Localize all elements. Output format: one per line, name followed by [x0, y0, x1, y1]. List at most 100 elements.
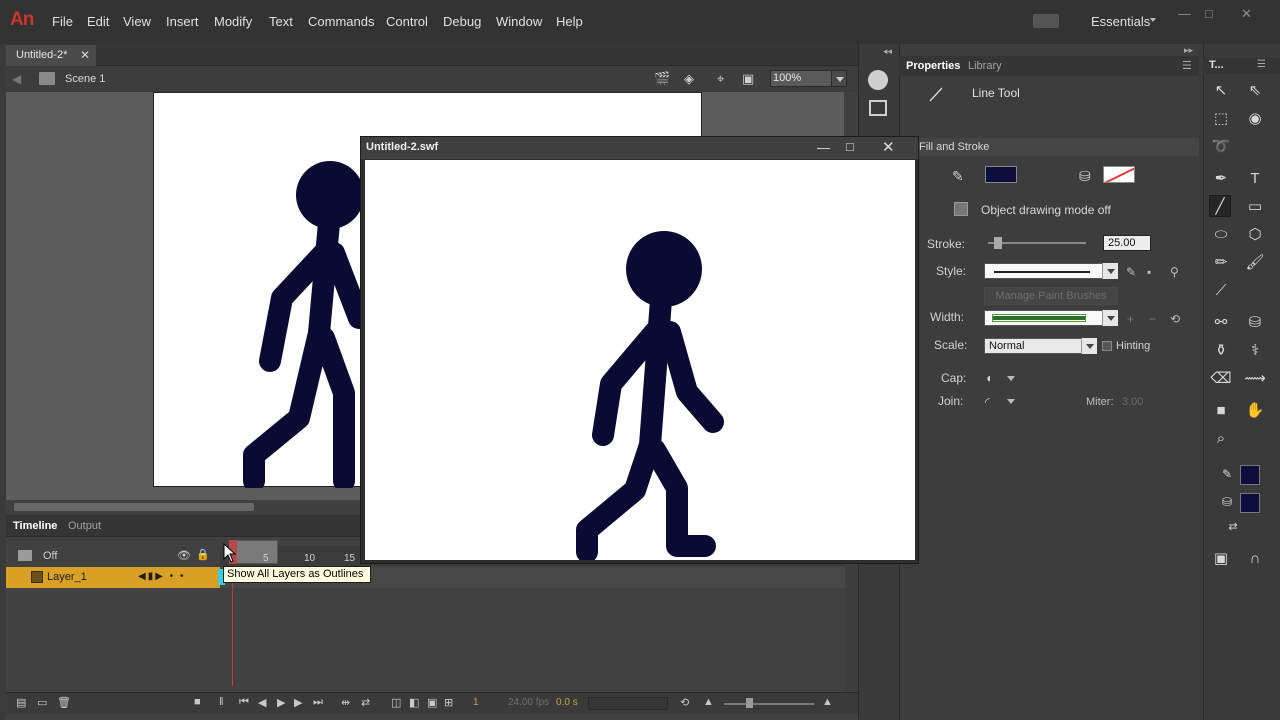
delete-layer-icon[interactable]: 🗑 — [57, 696, 71, 709]
3d-rotation-tool-icon[interactable]: ◉ — [1244, 108, 1266, 130]
fill-color-chip[interactable] — [1240, 493, 1260, 513]
fill-and-stroke-label[interactable]: Fill and Stroke — [919, 141, 989, 153]
clip-content-icon[interactable]: ▣ — [742, 71, 758, 86]
zoom-in-icon[interactable]: ▲ — [822, 696, 833, 708]
brush-tool-icon[interactable]: ⚲ — [1170, 265, 1179, 279]
brush-library-icon[interactable]: ▪ — [1147, 265, 1151, 279]
bone-tool-icon[interactable]: ⚯ — [1210, 312, 1232, 334]
width-dropdown-arrow-icon[interactable] — [1102, 310, 1118, 326]
rectangle-tool-icon[interactable]: ▭ — [1244, 196, 1266, 218]
current-frame[interactable]: 1 — [473, 697, 479, 708]
scale-dropdown-arrow-icon[interactable] — [1081, 338, 1097, 354]
stroke-color-chip[interactable] — [1240, 465, 1260, 485]
tab-properties[interactable]: Properties — [906, 60, 960, 72]
swf-titlebar[interactable] — [361, 137, 918, 159]
edit-stroke-style-icon[interactable]: ✎ — [1126, 265, 1136, 279]
loop-icon[interactable]: ⇄ — [361, 696, 370, 709]
step-back-icon[interactable]: ◀ — [258, 696, 266, 709]
edit-multiple-frames-icon[interactable]: ▣ — [427, 696, 437, 709]
onion-skin-icon[interactable]: ◫ — [391, 696, 401, 709]
magnet-icon[interactable]: ∩ — [1244, 548, 1266, 570]
timeline-horizontal-scrollbar[interactable] — [588, 697, 668, 710]
swf-minimize-button[interactable]: — — [817, 140, 831, 155]
cap-round-icon[interactable]: ◖ — [985, 371, 992, 385]
frame-rate[interactable]: 24.00 fps — [508, 697, 549, 708]
lasso-tool-icon[interactable]: ➰ — [1210, 136, 1232, 158]
menu-control[interactable]: Control — [386, 14, 428, 29]
menu-view[interactable]: View — [123, 14, 151, 29]
fill-color-swatch[interactable] — [1103, 166, 1135, 183]
menu-debug[interactable]: Debug — [443, 14, 481, 29]
swap-colors-icon[interactable]: ⇄ — [1222, 516, 1244, 538]
onion-skin-outlines-icon[interactable]: ◧ — [409, 696, 419, 709]
layer-name[interactable]: Layer_1 — [47, 571, 87, 583]
document-tab-label[interactable]: Untitled-2* — [16, 49, 67, 61]
sync-icon[interactable]: ⟲ — [680, 696, 689, 709]
window-close-button[interactable]: ✕ — [1241, 6, 1252, 22]
window-minimize-button[interactable]: — — [1178, 6, 1191, 21]
polystar-tool-icon[interactable]: ⬡ — [1244, 224, 1266, 246]
menu-window[interactable]: Window — [496, 14, 542, 29]
oval-tool-icon[interactable]: ⬭ — [1210, 224, 1232, 246]
frame-range-selection[interactable] — [230, 540, 278, 564]
color-panel-icon[interactable] — [868, 70, 888, 90]
sync-settings-icon[interactable] — [1033, 14, 1059, 28]
subselection-tool-icon[interactable]: ⇖ — [1244, 80, 1266, 102]
collapse-arrows-icon[interactable]: ◂◂ — [883, 46, 892, 57]
stroke-slider-knob[interactable] — [994, 237, 1002, 249]
menu-insert[interactable]: Insert — [166, 14, 199, 29]
zoom-out-icon[interactable]: ▲ — [703, 696, 714, 708]
window-restore-button[interactable]: □ — [1205, 6, 1213, 21]
swf-close-button[interactable]: ✕ — [882, 138, 896, 156]
hand-tool-icon[interactable]: ✋ — [1244, 400, 1266, 422]
modify-onion-markers-icon[interactable]: ⊞ — [444, 696, 453, 709]
tools-menu-icon[interactable]: ☰ — [1257, 59, 1266, 70]
camera-tool-icon[interactable]: ■ — [1210, 400, 1232, 422]
scene-label[interactable]: Scene 1 — [65, 73, 105, 85]
menu-edit[interactable]: Edit — [87, 14, 109, 29]
tab-library[interactable]: Library — [968, 60, 1002, 72]
width-tool-icon[interactable]: ⟿ — [1244, 368, 1266, 390]
step-forward-icon[interactable]: ▶ — [294, 696, 302, 709]
stroke-slider[interactable] — [988, 242, 1086, 244]
add-width-profile-icon[interactable]: + — [1127, 312, 1134, 326]
paint-bucket-tool-icon[interactable]: ⛁ — [1244, 312, 1266, 334]
expand-arrows-icon[interactable]: ▸▸ — [1184, 45, 1193, 56]
zoom-dropdown-arrow-icon[interactable] — [831, 70, 847, 87]
pause-icon[interactable]: ‖ — [219, 696, 224, 708]
pen-tool-icon[interactable]: ✒ — [1210, 168, 1232, 190]
zoom-value[interactable]: 100% — [773, 72, 801, 84]
pencil-tool-icon[interactable]: ✏ — [1210, 252, 1232, 274]
join-round-icon[interactable]: ◜ — [985, 395, 990, 409]
workspace-switcher[interactable]: Essentials — [1091, 14, 1150, 29]
menu-commands[interactable]: Commands — [308, 14, 374, 29]
layer-controls[interactable]: ◀▮▶ • • — [138, 571, 185, 582]
eyedropper-tool-icon[interactable]: ⚕ — [1244, 340, 1266, 362]
ink-bottle-tool-icon[interactable]: ⚱ — [1210, 340, 1232, 362]
go-to-last-frame-icon[interactable]: ⏭ — [313, 696, 323, 709]
new-layer-icon[interactable]: ▤ — [16, 696, 26, 709]
remove-width-profile-icon[interactable]: − — [1149, 312, 1156, 326]
menu-file[interactable]: File — [52, 14, 73, 29]
new-folder-icon[interactable]: ▭ — [37, 696, 47, 709]
brush-tool-icon[interactable]: ⟋ — [1210, 280, 1232, 302]
join-dropdown-arrow-icon[interactable] — [1007, 399, 1015, 404]
go-to-first-frame-icon[interactable]: ⏮ — [239, 696, 249, 709]
style-dropdown-arrow-icon[interactable] — [1102, 263, 1118, 279]
free-transform-tool-icon[interactable]: ⬚ — [1210, 108, 1232, 130]
snap-to-center-icon[interactable]: ⌖ — [717, 71, 733, 86]
menu-text[interactable]: Text — [269, 14, 293, 29]
text-tool-icon[interactable]: T — [1244, 168, 1266, 190]
chevron-down-icon[interactable] — [1150, 18, 1156, 22]
document-tab-close-icon[interactable]: ✕ — [80, 48, 90, 62]
show-hide-eye-icon[interactable]: 👁 — [177, 549, 191, 562]
tab-timeline[interactable]: Timeline — [13, 520, 57, 532]
hinting-checkbox[interactable] — [1102, 341, 1112, 351]
selection-tool-icon[interactable]: ↖ — [1210, 80, 1232, 102]
stroke-value-input[interactable]: 25.00 — [1103, 235, 1151, 251]
snap-to-objects-icon[interactable]: ▣ — [1210, 548, 1232, 570]
cap-dropdown-arrow-icon[interactable] — [1007, 376, 1015, 381]
timeline-vertical-scrollbar[interactable] — [845, 566, 858, 692]
timeline-zoom-slider[interactable] — [724, 703, 814, 705]
paint-brush-tool-icon[interactable]: 🖌 — [1244, 252, 1266, 274]
